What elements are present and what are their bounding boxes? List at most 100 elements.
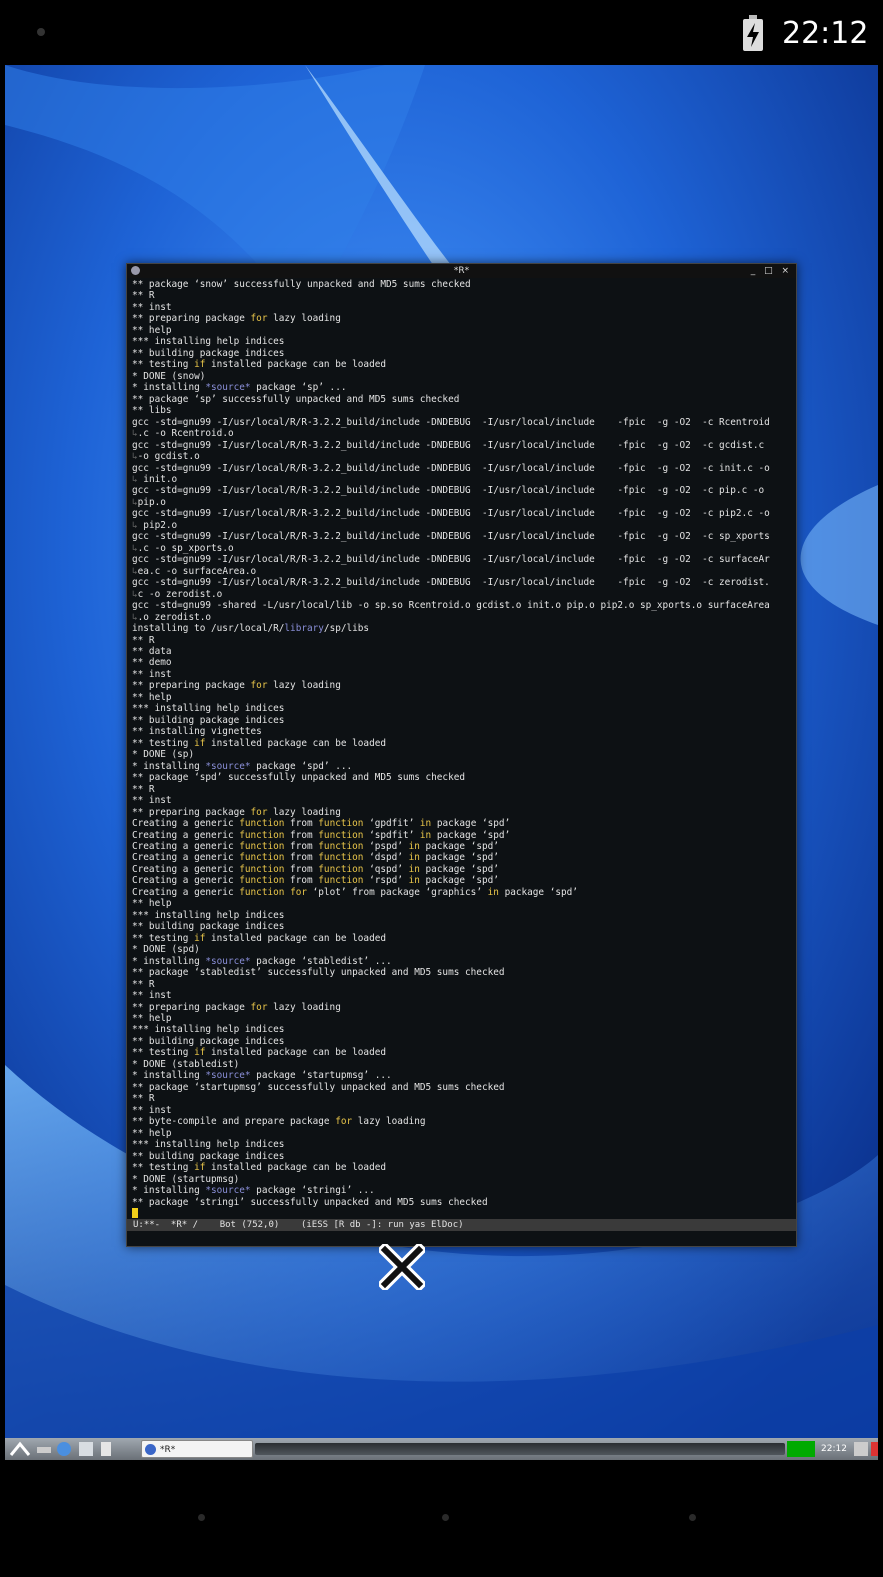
console-line: ** package ‘stringi’ successfully unpack…	[132, 1197, 794, 1208]
console-text: gcc -std=gnu99 -I/usr/local/R/R-3.2.2_bu…	[132, 508, 770, 520]
console-line: * installing *source* package ‘stabledis…	[132, 956, 794, 967]
console-line: ** inst	[132, 669, 794, 680]
taskbar-task-r[interactable]: *R*	[141, 1440, 253, 1458]
console-line: ↳-o gcdist.o	[132, 451, 794, 462]
console-text: ‘rspd’	[363, 875, 409, 887]
console-line: ↳c -o zerodist.o	[132, 589, 794, 600]
status-clock: 22:12	[782, 16, 869, 51]
console-text: Creating a generic	[132, 875, 240, 887]
console-text: Creating a generic	[132, 863, 240, 875]
console-text: ** inst	[132, 990, 172, 1002]
console-text: function	[318, 818, 364, 830]
console-text: c -o zerodist.o	[137, 588, 223, 600]
console-line: ** R	[132, 635, 794, 646]
console-line: ** building package indices	[132, 715, 794, 726]
console-text: * DONE (snow)	[132, 370, 206, 382]
minimize-all-icon[interactable]	[37, 1447, 51, 1453]
console-line: ** installing vignettes	[132, 726, 794, 737]
console-text: installed package can be loaded	[205, 359, 387, 371]
browser-icon[interactable]	[57, 1442, 71, 1456]
console-text: Creating a generic	[132, 818, 240, 830]
console-text: pip2.o	[137, 519, 178, 531]
console-line: ** help	[132, 692, 794, 703]
console-line: gcc -std=gnu99 -I/usr/local/R/R-3.2.2_bu…	[132, 554, 794, 565]
console-text: ‘dspd’	[363, 852, 409, 864]
console-line: gcc -std=gnu99 -I/usr/local/R/R-3.2.2_bu…	[132, 577, 794, 588]
console-text: ** demo	[132, 657, 172, 669]
console-line: ** byte-compile and prepare package for …	[132, 1116, 794, 1127]
console-text: function	[239, 818, 285, 830]
lxde-taskbar: *R* 22:12	[5, 1438, 878, 1460]
taskbar-clock[interactable]: 22:12	[817, 1440, 851, 1458]
console-line: ** testing if installed package can be l…	[132, 359, 794, 370]
console-text: in	[408, 840, 420, 852]
console-text: for	[250, 806, 268, 818]
nav-recents-button[interactable]	[689, 1514, 696, 1521]
console-text: ‘pspd’	[363, 840, 409, 852]
console-text: *** installing help indices	[132, 703, 285, 715]
nav-home-button[interactable]	[442, 1514, 449, 1521]
console-text: ** R	[132, 783, 155, 795]
console-text: function	[318, 875, 364, 887]
console-text: pip.o	[137, 496, 166, 508]
emacs-window[interactable]: *R* _ □ × ** package ‘snow’ successfully…	[126, 263, 797, 1247]
console-line: ** package ‘stabledist’ successfully unp…	[132, 967, 794, 978]
console-line: ** libs	[132, 405, 794, 416]
console-text: installing to /usr/local/R/	[132, 623, 285, 635]
console-text: from	[284, 875, 319, 887]
console-text: package ‘sp’ ...	[250, 382, 347, 394]
console-line: ↳ea.c -o surfaceArea.o	[132, 566, 794, 577]
prompt-line[interactable]	[132, 1208, 794, 1219]
console-line: ** help	[132, 1128, 794, 1139]
console-text: package ‘spd’	[431, 829, 511, 841]
console-line: gcc -std=gnu99 -shared -L/usr/local/lib …	[132, 600, 794, 611]
console-text: ** building package indices	[132, 347, 285, 359]
console-text: ** help	[132, 898, 172, 910]
console-text: package ‘spd’	[419, 863, 499, 875]
console-line: ** help	[132, 898, 794, 909]
console-line: ** building package indices	[132, 348, 794, 359]
console-text: package ‘spd’	[419, 840, 499, 852]
console-text: ** inst	[132, 1104, 172, 1116]
console-text: *source*	[205, 955, 251, 967]
console-text: lazy loading	[352, 1116, 426, 1128]
console-text: function	[239, 863, 285, 875]
console-line: *** installing help indices	[132, 910, 794, 921]
console-line: ** testing if installed package can be l…	[132, 1047, 794, 1058]
start-menu-icon[interactable]	[9, 1441, 31, 1457]
console-text: *** installing help indices	[132, 1024, 285, 1036]
close-icon[interactable]	[379, 1244, 425, 1290]
terminal-icon[interactable]	[101, 1442, 111, 1456]
console-text: from	[284, 840, 319, 852]
nav-back-button[interactable]	[198, 1514, 205, 1521]
window-titlebar[interactable]: *R* _ □ ×	[127, 264, 796, 278]
console-line: * DONE (stabledist)	[132, 1059, 794, 1070]
window-controls[interactable]: _ □ ×	[751, 264, 792, 278]
console-line: ** testing if installed package can be l…	[132, 738, 794, 749]
console-line: ↳.o zerodist.o	[132, 612, 794, 623]
console-line: ↳pip.o	[132, 497, 794, 508]
console-text: ** building package indices	[132, 921, 285, 933]
console-text: gcc -std=gnu99 -shared -L/usr/local/lib …	[132, 600, 770, 612]
console-text: ** preparing package	[132, 806, 251, 818]
console-line: ** R	[132, 784, 794, 795]
console-text: * DONE (stabledist)	[132, 1058, 240, 1070]
console-line: Creating a generic function from functio…	[132, 830, 794, 841]
console-text: * installing	[132, 760, 206, 772]
file-manager-icon[interactable]	[79, 1442, 93, 1456]
tray-icon[interactable]	[854, 1442, 868, 1456]
console-text: function	[318, 852, 364, 864]
console-line: * installing *source* package ‘sp’ ...	[132, 382, 794, 393]
console-text: lazy loading	[267, 680, 341, 692]
power-icon[interactable]	[871, 1442, 878, 1456]
console-text: gcc -std=gnu99 -I/usr/local/R/R-3.2.2_bu…	[132, 439, 765, 451]
console-text: ** R	[132, 290, 155, 302]
console-text: /sp/libs	[323, 623, 370, 635]
console-text: * DONE (spd)	[132, 944, 200, 956]
r-console-buffer[interactable]: ** package ‘snow’ successfully unpacked …	[132, 279, 794, 1224]
console-line: ** preparing package for lazy loading	[132, 1002, 794, 1013]
console-line: ** package ‘startupmsg’ successfully unp…	[132, 1082, 794, 1093]
console-text: if	[194, 932, 206, 944]
console-text: in	[419, 829, 432, 841]
desktop: *R* _ □ × ** package ‘snow’ successfully…	[5, 65, 878, 1438]
